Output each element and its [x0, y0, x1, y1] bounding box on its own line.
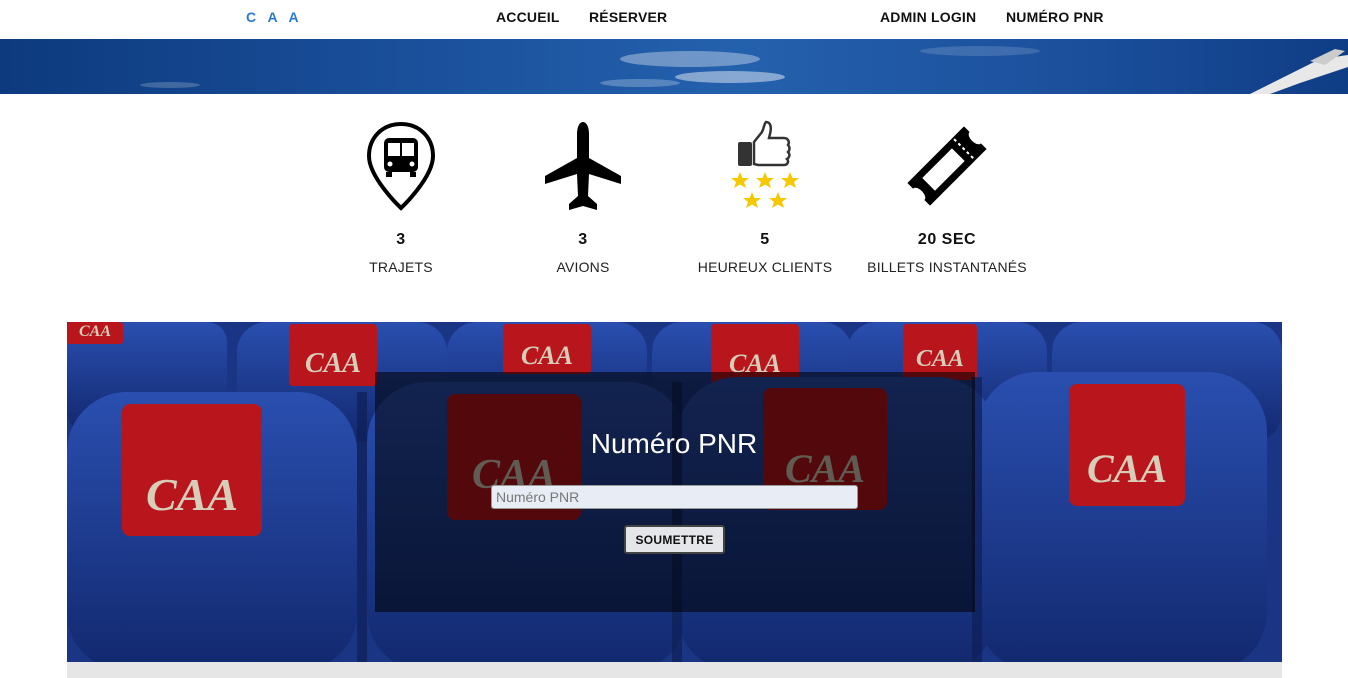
stat-label: BILLETS INSTANTANÉS — [867, 259, 1027, 275]
stat-value: 3 — [396, 231, 406, 248]
stat-value: 20 SEC — [917, 231, 977, 248]
stat-label: TRAJETS — [369, 259, 433, 275]
brand-logo-link[interactable]: C A A — [246, 9, 303, 25]
stat-label: AVIONS — [556, 259, 610, 275]
pnr-input[interactable] — [491, 485, 858, 509]
stat-value: 5 — [760, 231, 770, 248]
seat-logo: CAA — [521, 341, 573, 370]
stats-section: 3 TRAJETS 3 AVIONS 5 HEUREUX CLIENTS 20 … — [0, 94, 1348, 322]
top-navigation: C A A ACCUEIL RÉSERVER ADMIN LOGIN NUMÉR… — [0, 0, 1348, 39]
seat-logo: CAA — [305, 348, 361, 379]
seat-logo: CAA — [79, 323, 111, 340]
nav-link-reserver[interactable]: RÉSERVER — [589, 9, 667, 25]
footer-strip — [67, 662, 1282, 678]
sky-banner-image — [0, 39, 1348, 94]
seat-logo: CAA — [916, 346, 964, 372]
submit-button[interactable]: SOUMETTRE — [624, 525, 725, 554]
seat-logo: CAA — [146, 469, 238, 520]
bus-location-icon — [366, 120, 436, 217]
stat-label: HEUREUX CLIENTS — [697, 259, 833, 275]
nav-link-admin-login[interactable]: ADMIN LOGIN — [880, 9, 976, 25]
nav-link-accueil[interactable]: ACCUEIL — [496, 9, 560, 25]
nav-link-numero-pnr[interactable]: NUMÉRO PNR — [1006, 9, 1104, 25]
airplane-icon — [543, 120, 623, 217]
pnr-form-title: Numéro PNR — [590, 428, 758, 459]
thumbs-up-stars-icon — [728, 120, 802, 217]
ticket-icon — [901, 120, 993, 217]
stat-value: 3 — [578, 231, 588, 248]
